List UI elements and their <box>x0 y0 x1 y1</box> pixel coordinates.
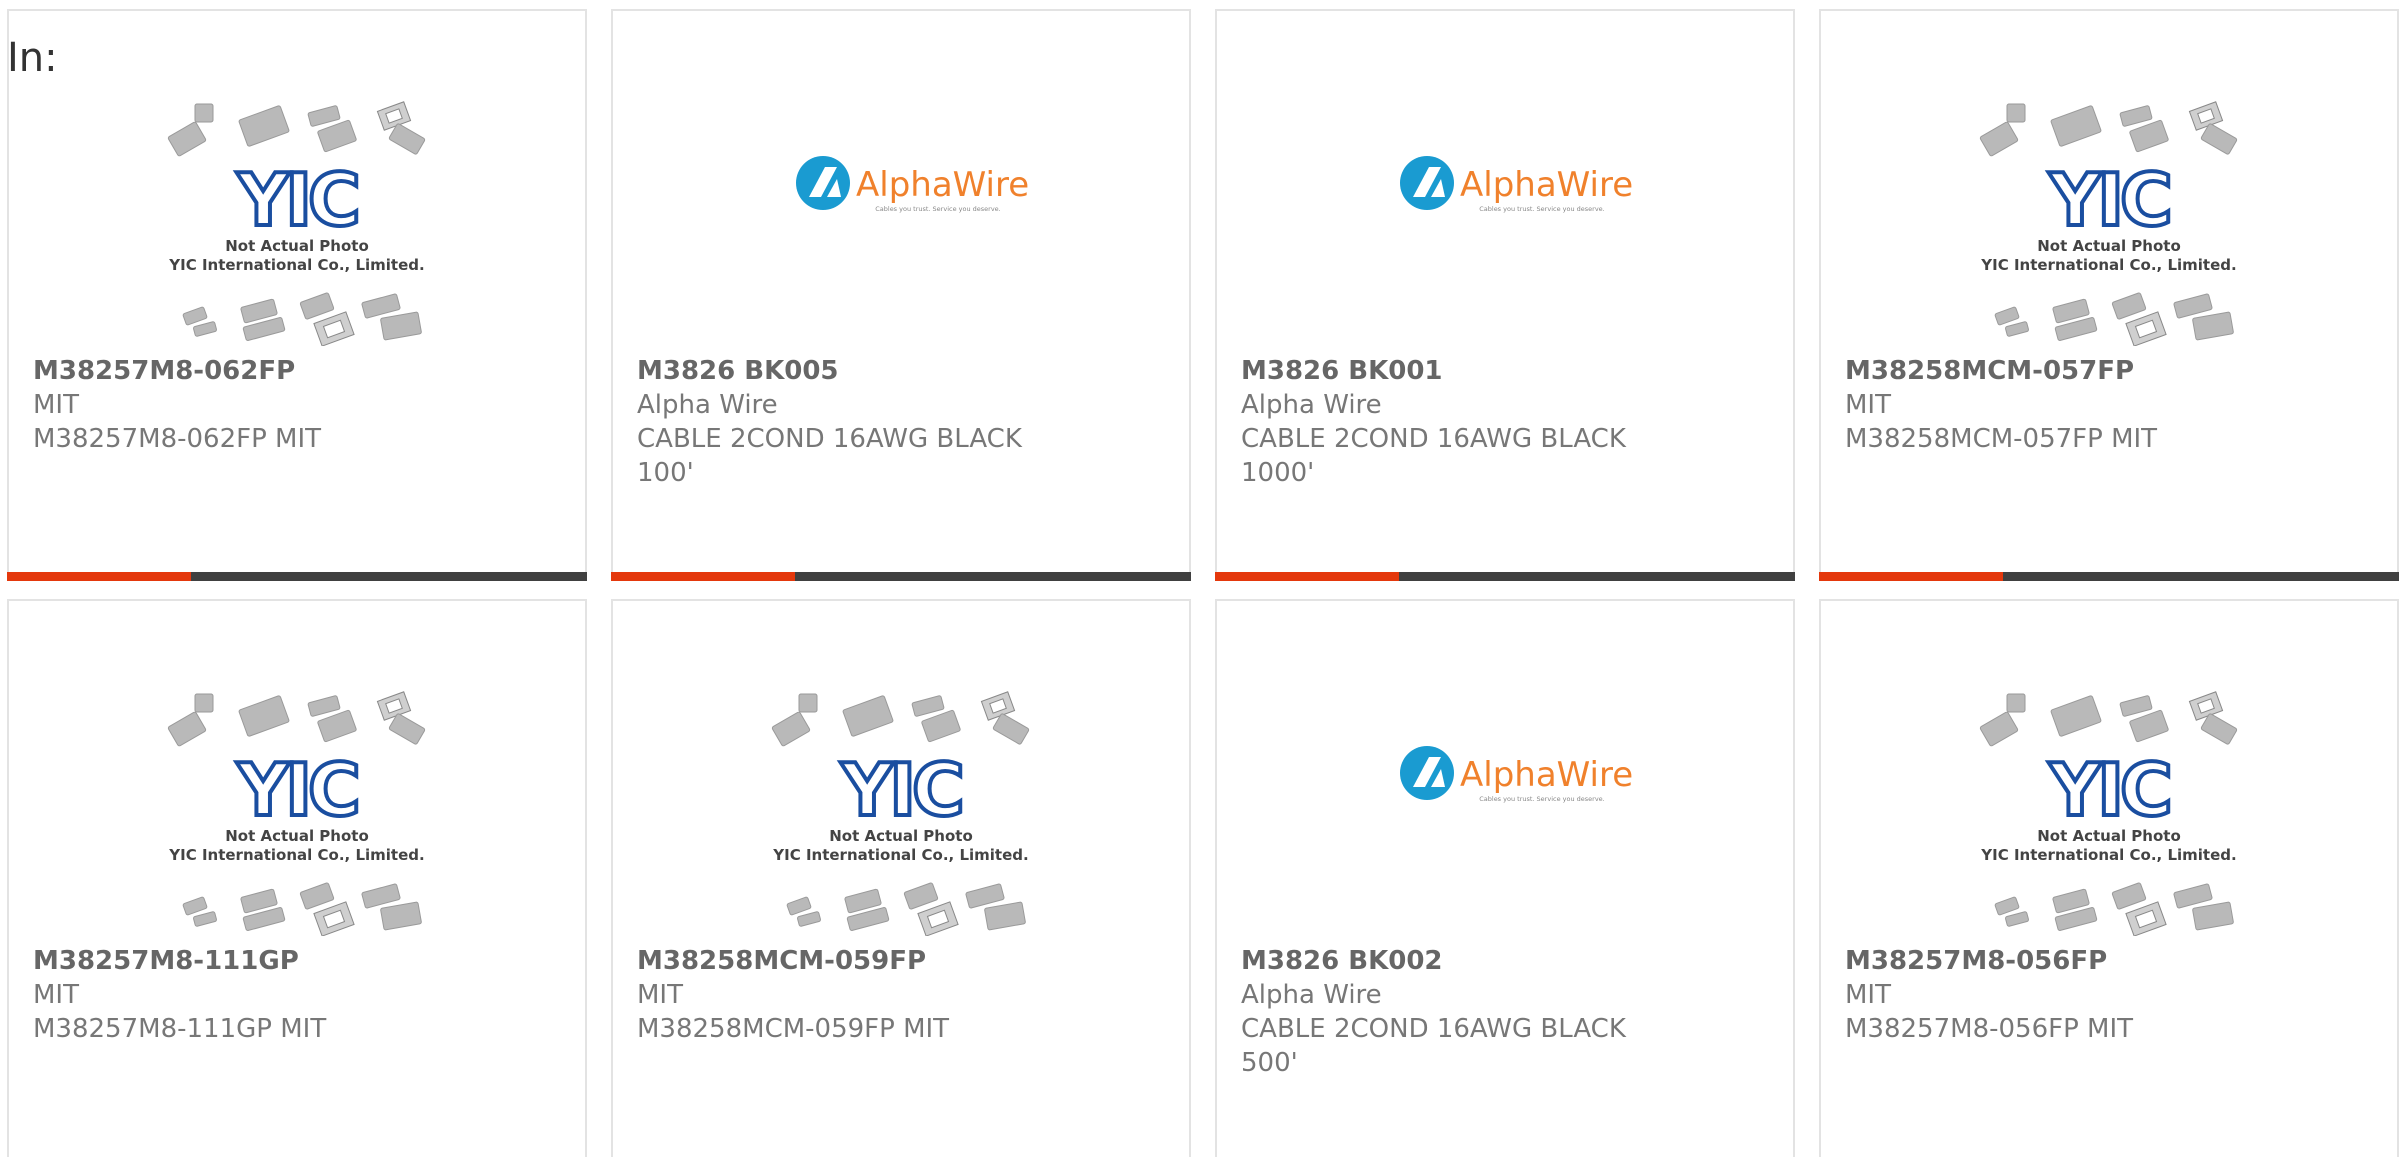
manufacturer-name: MIT <box>1845 390 1891 420</box>
svg-text:YIC: YIC <box>236 748 357 832</box>
part-number-link[interactable]: M38257M8-111GP <box>33 944 553 978</box>
manufacturer-name: Alpha Wire <box>637 390 778 420</box>
filter-label: In: <box>7 35 58 81</box>
svg-text:YIC: YIC <box>2048 748 2169 832</box>
product-description: M38257M8-056FP MIT <box>1845 1014 2134 1044</box>
product-info: M38257M8-111GP MIT M38257M8-111GP MIT <box>33 944 553 1046</box>
part-number-link[interactable]: M38257M8-062FP <box>33 354 553 388</box>
product-card[interactable]: YIC Not Actual Photo YIC International Co.… <box>1819 9 2399 581</box>
svg-text:AlphaWire: AlphaWire <box>856 165 1029 205</box>
svg-text:YIC International Co., Limited: YIC International Co., Limited. <box>168 846 424 864</box>
product-info: M3826 BK002 Alpha Wire CABLE 2COND 16AWG… <box>1241 944 1761 1080</box>
product-info: M3826 BK005 Alpha Wire CABLE 2COND 16AWG… <box>637 354 1157 490</box>
manufacturer-name: Alpha Wire <box>1241 980 1382 1010</box>
product-info: M3826 BK001 Alpha Wire CABLE 2COND 16AWG… <box>1241 354 1761 490</box>
svg-text:YIC: YIC <box>2048 158 2169 242</box>
product-info: M38258MCM-059FP MIT M38258MCM-059FP MIT <box>637 944 1157 1046</box>
product-results: YIC Not Actual Photo YIC International Co.… <box>0 0 2400 1157</box>
svg-text:YIC International Co., Limited: YIC International Co., Limited. <box>1980 256 2236 274</box>
product-info: M38257M8-062FP MIT M38257M8-062FP MIT <box>33 354 553 456</box>
product-card[interactable]: YIC Not Actual Photo YIC International Co.… <box>7 9 587 581</box>
card-accent-bar <box>1819 572 2399 581</box>
product-info: M38257M8-056FP MIT M38257M8-056FP MIT <box>1845 944 2365 1046</box>
svg-text:YIC International Co., Limited: YIC International Co., Limited. <box>1980 846 2236 864</box>
svg-text:YIC International Co., Limited: YIC International Co., Limited. <box>168 256 424 274</box>
part-number-link[interactable]: M3826 BK001 <box>1241 354 1761 388</box>
svg-text:AlphaWire: AlphaWire <box>1460 755 1633 795</box>
svg-text:Cables you trust. Service you: Cables you trust. Service you deserve. <box>875 205 1001 213</box>
product-description: M38258MCM-059FP MIT <box>637 1014 950 1044</box>
product-card[interactable]: YIC Not Actual Photo YIC International Co.… <box>1819 599 2399 1157</box>
product-description: CABLE 2COND 16AWG BLACK 500' <box>1241 1014 1626 1078</box>
alphawire-logo-image[interactable]: AlphaWire Cables you trust. Service you d… <box>613 11 1189 346</box>
part-number-link[interactable]: M38257M8-056FP <box>1845 944 2365 978</box>
product-description: M38257M8-111GP MIT <box>33 1014 327 1044</box>
part-number-link[interactable]: M38258MCM-057FP <box>1845 354 2365 388</box>
manufacturer-name: MIT <box>33 390 79 420</box>
alphawire-logo-image[interactable]: AlphaWire Cables you trust. Service you d… <box>1217 601 1793 936</box>
product-description: M38258MCM-057FP MIT <box>1845 424 2158 454</box>
alphawire-logo-image[interactable]: AlphaWire Cables you trust. Service you d… <box>1217 11 1793 346</box>
product-info: M38258MCM-057FP MIT M38258MCM-057FP MIT <box>1845 354 2365 456</box>
product-description: M38257M8-062FP MIT <box>33 424 322 454</box>
svg-text:Cables you trust. Service you: Cables you trust. Service you deserve. <box>1479 795 1605 803</box>
product-image-placeholder[interactable]: YIC Not Actual Photo YIC International Co.… <box>9 601 585 936</box>
card-accent-bar <box>1215 572 1795 581</box>
product-card[interactable]: AlphaWire Cables you trust. Service you d… <box>611 9 1191 581</box>
product-description: CABLE 2COND 16AWG BLACK 100' <box>637 424 1022 488</box>
product-image-placeholder[interactable]: YIC Not Actual Photo YIC International Co.… <box>613 601 1189 936</box>
manufacturer-name: Alpha Wire <box>1241 390 1382 420</box>
svg-text:YIC: YIC <box>840 748 961 832</box>
product-image-placeholder[interactable]: YIC Not Actual Photo YIC International Co.… <box>1821 601 2397 936</box>
svg-text:Cables you trust. Service you: Cables you trust. Service you deserve. <box>1479 205 1605 213</box>
card-accent-bar <box>611 572 1191 581</box>
product-card[interactable]: AlphaWire Cables you trust. Service you d… <box>1215 599 1795 1157</box>
product-card[interactable]: AlphaWire Cables you trust. Service you d… <box>1215 9 1795 581</box>
svg-text:Not Actual Photo: Not Actual Photo <box>2037 237 2181 255</box>
manufacturer-name: MIT <box>1845 980 1891 1010</box>
manufacturer-name: MIT <box>33 980 79 1010</box>
part-number-link[interactable]: M3826 BK005 <box>637 354 1157 388</box>
product-image-placeholder[interactable]: YIC Not Actual Photo YIC International Co.… <box>9 11 585 346</box>
product-card[interactable]: YIC Not Actual Photo YIC International Co.… <box>611 599 1191 1157</box>
part-number-link[interactable]: M38258MCM-059FP <box>637 944 1157 978</box>
svg-text:AlphaWire: AlphaWire <box>1460 165 1633 205</box>
svg-text:Not Actual Photo: Not Actual Photo <box>829 827 973 845</box>
card-accent-bar <box>7 572 587 581</box>
svg-text:Not Actual Photo: Not Actual Photo <box>225 237 369 255</box>
svg-text:Not Actual Photo: Not Actual Photo <box>2037 827 2181 845</box>
svg-text:Not Actual Photo: Not Actual Photo <box>225 827 369 845</box>
product-grid: YIC Not Actual Photo YIC International Co.… <box>7 9 2400 1157</box>
svg-text:YIC International Co., Limited: YIC International Co., Limited. <box>772 846 1028 864</box>
product-image-placeholder[interactable]: YIC Not Actual Photo YIC International Co.… <box>1821 11 2397 346</box>
part-number-link[interactable]: M3826 BK002 <box>1241 944 1761 978</box>
product-card[interactable]: YIC Not Actual Photo YIC International Co.… <box>7 599 587 1157</box>
svg-text:YIC: YIC <box>236 158 357 242</box>
product-description: CABLE 2COND 16AWG BLACK 1000' <box>1241 424 1626 488</box>
manufacturer-name: MIT <box>637 980 683 1010</box>
